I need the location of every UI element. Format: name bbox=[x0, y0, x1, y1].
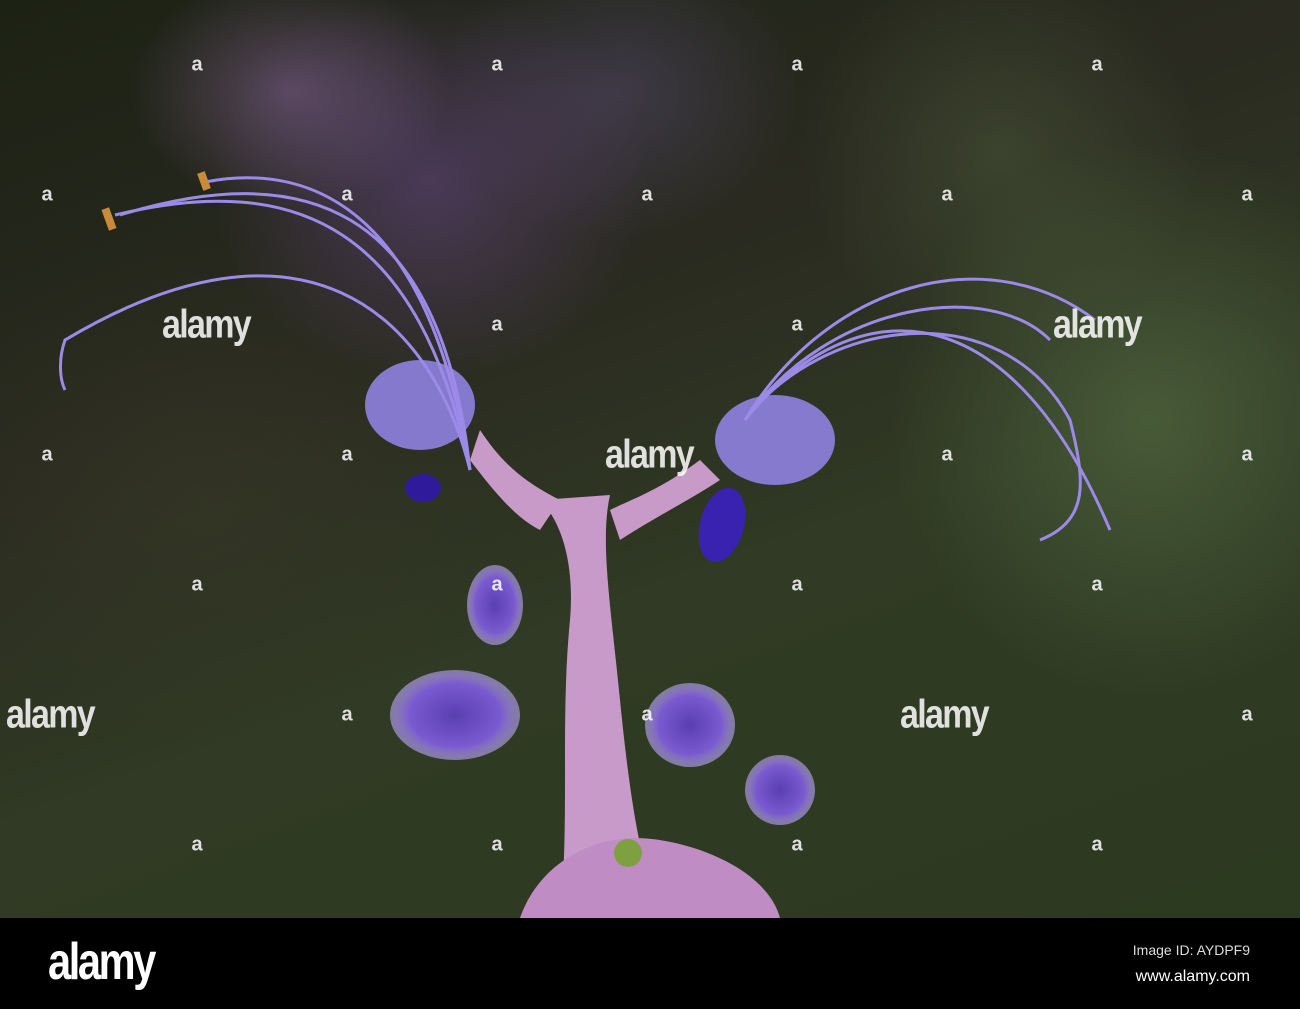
flower-photo: a a a a a a a a a alamy a a alamy a a al… bbox=[0, 0, 1300, 918]
image-id: Image ID: AYDPF9 bbox=[1132, 942, 1250, 958]
watermark-mark: a bbox=[641, 703, 653, 726]
alamy-logo: alamy bbox=[48, 933, 156, 991]
watermark-mark: a bbox=[491, 573, 503, 596]
footer-bar: alamy Image ID: AYDPF9 www.alamy.com bbox=[0, 918, 1300, 1009]
watermark-mark: a bbox=[491, 833, 503, 856]
watermark-mark: a bbox=[641, 183, 653, 206]
watermark-word: alamy bbox=[6, 692, 96, 737]
watermark-mark: a bbox=[1241, 183, 1253, 206]
watermark-mark: a bbox=[191, 53, 203, 76]
watermark-mark: a bbox=[1091, 833, 1103, 856]
right-flower bbox=[715, 395, 835, 485]
watermark-mark: a bbox=[491, 313, 503, 336]
stock-photo: a a a a a a a a a alamy a a alamy a a al… bbox=[0, 0, 1300, 1009]
watermark-word: alamy bbox=[900, 692, 990, 737]
watermark-mark: a bbox=[791, 833, 803, 856]
bud bbox=[745, 755, 815, 825]
watermark-word: alamy bbox=[162, 302, 252, 347]
watermark-mark: a bbox=[41, 183, 53, 206]
watermark-mark: a bbox=[491, 53, 503, 76]
watermark-mark: a bbox=[341, 703, 353, 726]
watermark-mark: a bbox=[941, 443, 953, 466]
watermark-mark: a bbox=[1091, 53, 1103, 76]
watermark-mark: a bbox=[791, 573, 803, 596]
watermark-mark: a bbox=[1241, 703, 1253, 726]
watermark-mark: a bbox=[341, 443, 353, 466]
watermark-mark: a bbox=[791, 313, 803, 336]
watermark-word: alamy bbox=[1053, 302, 1143, 347]
watermark-mark: a bbox=[1091, 573, 1103, 596]
bud bbox=[390, 670, 520, 760]
watermark-mark: a bbox=[191, 573, 203, 596]
watermark-mark: a bbox=[41, 443, 53, 466]
watermark-word: alamy bbox=[605, 432, 695, 477]
bud bbox=[645, 683, 735, 767]
watermark-mark: a bbox=[791, 53, 803, 76]
watermark-mark: a bbox=[191, 833, 203, 856]
watermark-mark: a bbox=[941, 183, 953, 206]
site-url: www.alamy.com bbox=[1135, 968, 1250, 985]
watermark-mark: a bbox=[341, 183, 353, 206]
watermark-mark: a bbox=[1241, 443, 1253, 466]
